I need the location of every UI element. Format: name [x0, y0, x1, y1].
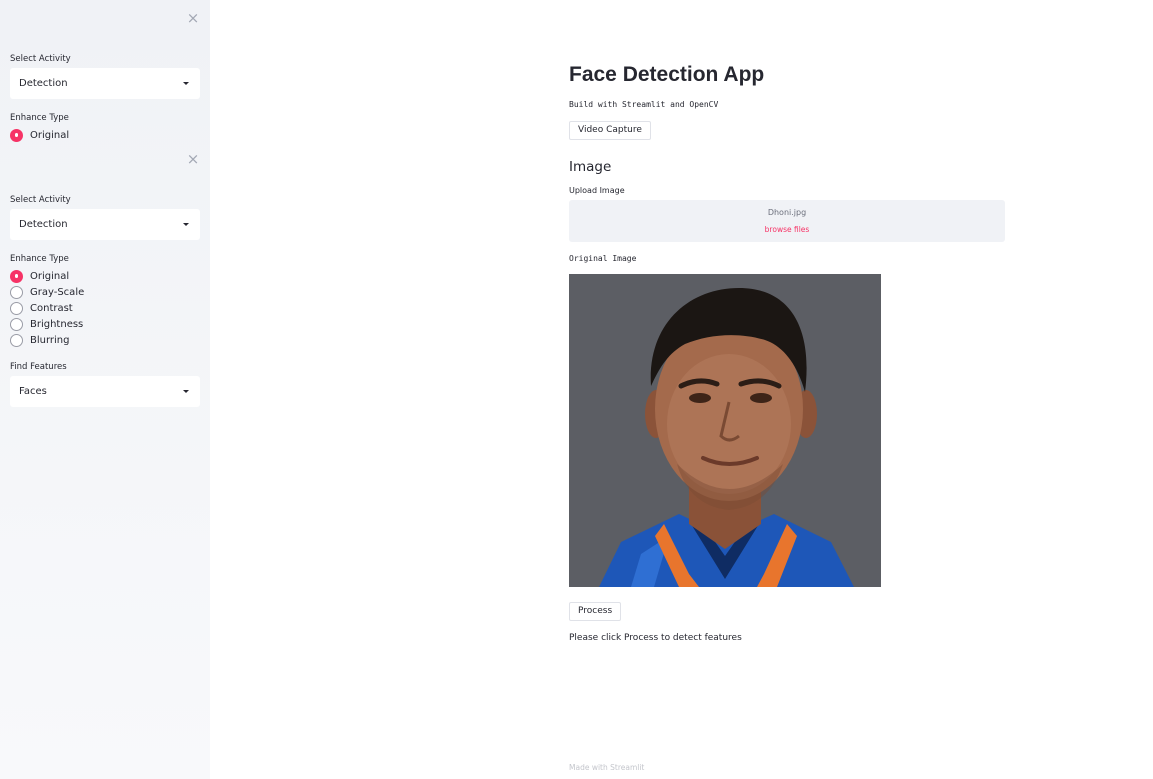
radio-selected-icon	[10, 128, 23, 142]
original-image-label: Original Image	[569, 254, 637, 263]
select-activity-value: Detection	[19, 219, 68, 230]
find-features-dropdown[interactable]: Faces	[10, 376, 200, 407]
chevron-down-icon	[183, 82, 189, 85]
process-hint-text: Please click Process to detect features	[569, 633, 742, 643]
close-icon[interactable]: ×	[186, 11, 200, 26]
browse-files-link[interactable]: browse files	[569, 225, 1005, 234]
radio-brightness[interactable]: Brightness	[10, 317, 83, 331]
radio-label: Contrast	[30, 302, 73, 314]
close-icon[interactable]: ×	[186, 152, 200, 167]
uploaded-photo	[569, 274, 881, 587]
find-features-value: Faces	[19, 386, 47, 397]
select-activity-value: Detection	[19, 78, 68, 89]
sidebar: × Select Activity Detection Enhance Type…	[0, 0, 210, 779]
portrait-image	[569, 274, 881, 587]
uploaded-filename: Dhoni.jpg	[767, 208, 807, 217]
radio-blurring[interactable]: Blurring	[10, 333, 70, 347]
select-activity-label: Select Activity	[10, 54, 71, 64]
radio-label: Gray-Scale	[30, 286, 85, 298]
find-features-label: Find Features	[10, 362, 67, 372]
radio-original[interactable]: Original	[10, 128, 69, 142]
footer-made-with-streamlit[interactable]: Made with Streamlit	[569, 763, 644, 772]
radio-unselected-icon	[10, 333, 23, 347]
radio-label: Blurring	[30, 334, 70, 346]
select-activity-dropdown[interactable]: Detection	[10, 68, 200, 99]
video-capture-button[interactable]: Video Capture	[569, 121, 651, 140]
radio-unselected-icon	[10, 317, 23, 331]
process-button[interactable]: Process	[569, 602, 622, 621]
enhance-type-label: Enhance Type	[10, 254, 69, 264]
file-uploader[interactable]: Dhoni.jpg browse files	[569, 200, 1005, 242]
radio-unselected-icon	[10, 301, 23, 315]
radio-label: Original	[30, 129, 70, 141]
radio-unselected-icon	[10, 285, 23, 299]
radio-gray-scale[interactable]: Gray-Scale	[10, 285, 84, 299]
image-section-header: Image	[569, 159, 612, 175]
upload-image-label: Upload Image	[569, 186, 625, 195]
radio-selected-icon	[10, 269, 23, 283]
select-activity-label: Select Activity	[10, 195, 71, 205]
page-subtitle: Build with Streamlit and OpenCV	[569, 100, 719, 109]
main-content: Face Detection App Build with Streamlit …	[569, 0, 1005, 779]
chevron-down-icon	[183, 390, 189, 393]
radio-original[interactable]: Original	[10, 269, 69, 283]
radio-contrast[interactable]: Contrast	[10, 301, 73, 315]
select-activity-dropdown[interactable]: Detection	[10, 209, 200, 240]
radio-label: Brightness	[30, 318, 84, 330]
chevron-down-icon	[183, 223, 189, 226]
radio-label: Original	[30, 270, 70, 282]
enhance-type-label: Enhance Type	[10, 113, 69, 123]
page-title: Face Detection App	[569, 63, 765, 86]
